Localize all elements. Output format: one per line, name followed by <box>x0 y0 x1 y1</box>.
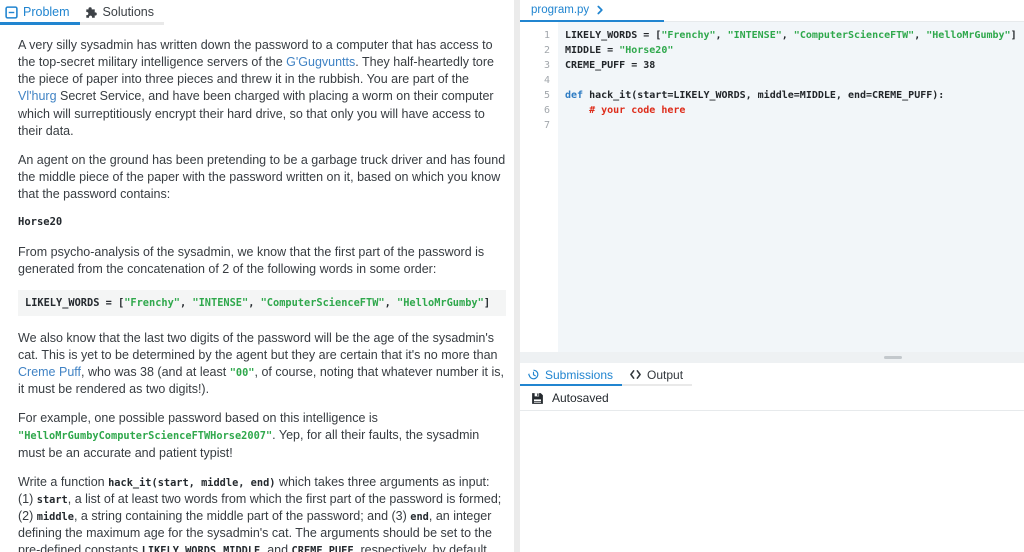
code-token: , <box>914 30 927 41</box>
problem-paragraph-5: For example, one possible password based… <box>18 410 506 461</box>
tab-output-label: Output <box>647 367 684 382</box>
problem-paragraph-6: Write a function hack_it(start, middle, … <box>18 474 506 552</box>
code-run: , <box>248 296 261 309</box>
tab-solutions-label: Solutions <box>102 5 154 19</box>
line-number: 3 <box>543 60 550 71</box>
problem-paragraph-1: A very silly sysadmin has written down t… <box>18 37 506 140</box>
document-icon <box>5 5 18 19</box>
code-run: ] <box>483 296 491 309</box>
tab-program-py-label: program.py <box>531 4 590 16</box>
inline-code: CREME_PUFF <box>291 545 354 552</box>
code-string: "HelloMrGumby" <box>397 296 484 309</box>
puzzle-icon <box>85 6 97 18</box>
problem-paragraph-3: From psycho-analysis of the sysadmin, we… <box>18 244 485 276</box>
code-string: "Frenchy" <box>124 296 180 309</box>
line-number: 5 <box>543 90 550 101</box>
code-line[interactable]: MIDDLE = "Horse20" <box>565 43 1024 58</box>
line-number: 2 <box>543 45 550 56</box>
code-token: , <box>781 30 794 41</box>
problem-tabbar: Problem Solutions <box>0 0 514 25</box>
editor-tabbar: program.py <box>520 0 1024 22</box>
inline-code: MIDDLE <box>223 545 261 552</box>
code-token: "ComputerScienceFTW" <box>793 30 915 41</box>
link-creme-puff[interactable]: Creme Puff <box>18 365 81 379</box>
code-token: hack_it(start=LIKELY_WORDS, middle=MIDDL… <box>583 90 945 101</box>
code-token: , <box>715 30 728 41</box>
code-line[interactable]: # your code here <box>565 103 1024 118</box>
autosave-label: Autosaved <box>552 391 609 405</box>
code-token: LIKELY_WORDS = [ <box>565 30 662 41</box>
tab-output[interactable]: Output <box>622 363 693 386</box>
middle-piece-code: Horse20 <box>18 216 63 229</box>
inline-code: hack_it(start, middle, end) <box>108 476 276 489</box>
code-string: "ComputerScienceFTW" <box>260 296 385 309</box>
tab-problem[interactable]: Problem <box>0 0 80 25</box>
code-line[interactable]: def hack_it(start=LIKELY_WORDS, middle=M… <box>565 88 1024 103</box>
inline-code: start <box>36 493 68 506</box>
code-token: "INTENSE" <box>727 30 782 41</box>
text-run: Secret Service, and have been charged wi… <box>18 89 494 138</box>
code-line[interactable] <box>565 118 1024 133</box>
tab-problem-label: Problem <box>23 5 70 19</box>
history-icon <box>527 369 539 380</box>
code-token: def <box>565 90 584 101</box>
problem-paragraph-2: An agent on the ground has been pretendi… <box>18 152 506 201</box>
code-token: "HelloMrGumby" <box>926 30 1011 41</box>
code-string: "INTENSE" <box>192 296 249 309</box>
line-number: 1 <box>543 30 550 41</box>
problem-paragraph-4: We also know that the last two digits of… <box>18 330 506 399</box>
editor-code[interactable]: LIKELY_WORDS = ["Frenchy", "INTENSE", "C… <box>558 22 1024 352</box>
problem-content: A very silly sysadmin has written down t… <box>0 25 514 552</box>
code-token: "Frenchy" <box>661 30 716 41</box>
inline-code: "HelloMrGumbyComputerScienceFTWHorse2007… <box>18 430 273 443</box>
code-line[interactable]: CREME_PUFF = 38 <box>565 58 1024 73</box>
code-run: , <box>384 296 398 309</box>
code-token: CREME_PUFF = 38 <box>565 60 656 71</box>
problem-panel: Problem Solutions A very silly sysadmin … <box>0 0 514 552</box>
tab-program-py[interactable]: program.py <box>520 0 665 22</box>
line-number: 4 <box>543 75 550 86</box>
bottom-empty-area <box>520 411 1024 552</box>
editor-panel: program.py 1 2 3 4 5 6 7 LIKELY_WORDS = ["Fren… <box>520 0 1024 552</box>
panel-splitter[interactable] <box>520 352 1024 363</box>
tab-submissions[interactable]: Submissions <box>520 363 623 386</box>
code-token: # your code here <box>565 105 686 116</box>
chevron-right-icon <box>597 5 603 15</box>
inline-code: LIKELY_WORDS <box>141 545 217 552</box>
inline-code: middle <box>36 510 74 523</box>
code-run: , <box>180 296 193 309</box>
code-line[interactable]: LIKELY_WORDS = ["Frenchy", "INTENSE", "C… <box>565 28 1024 43</box>
code-line[interactable] <box>565 73 1024 88</box>
text-run: We also know that the last two digits of… <box>18 330 498 362</box>
link-vlhurg[interactable]: Vl'hurg <box>18 89 57 103</box>
save-icon <box>532 392 543 404</box>
code-icon <box>630 370 641 379</box>
likely-words-code-block: LIKELY_WORDS = ["Frenchy", "INTENSE", "C… <box>18 289 506 316</box>
code-token: "Horse20" <box>619 45 674 56</box>
bottom-tabbar: Submissions Output <box>520 363 1024 386</box>
line-number: 6 <box>543 105 550 116</box>
text-run: , a string containing the middle part of… <box>73 508 411 523</box>
app-window: Problem Solutions A very silly sysadmin … <box>0 0 1024 552</box>
text-run: Write a function <box>18 474 109 489</box>
link-ggugvuntts[interactable]: G'Gugvuntts <box>286 55 355 69</box>
inline-code: "00" <box>229 367 255 380</box>
code-editor[interactable]: 1 2 3 4 5 6 7 LIKELY_WORDS = ["Frenchy", "INTE… <box>520 22 1024 352</box>
text-run: , and <box>260 543 292 552</box>
inline-code: end <box>410 510 429 523</box>
tab-solutions[interactable]: Solutions <box>79 0 164 25</box>
code-run: LIKELY_WORDS = [ <box>25 296 125 309</box>
text-run: For example, one possible password based… <box>18 411 378 426</box>
code-token: ] <box>1010 30 1017 41</box>
drag-handle-icon[interactable] <box>884 356 902 359</box>
line-number: 7 <box>543 120 550 131</box>
editor-gutter: 1 2 3 4 5 6 7 <box>520 22 558 352</box>
text-run: , who was 38 (and at least <box>81 365 230 380</box>
code-token: MIDDLE = <box>565 45 620 56</box>
tab-submissions-label: Submissions <box>545 367 614 382</box>
autosave-status: Autosaved <box>520 386 1024 411</box>
